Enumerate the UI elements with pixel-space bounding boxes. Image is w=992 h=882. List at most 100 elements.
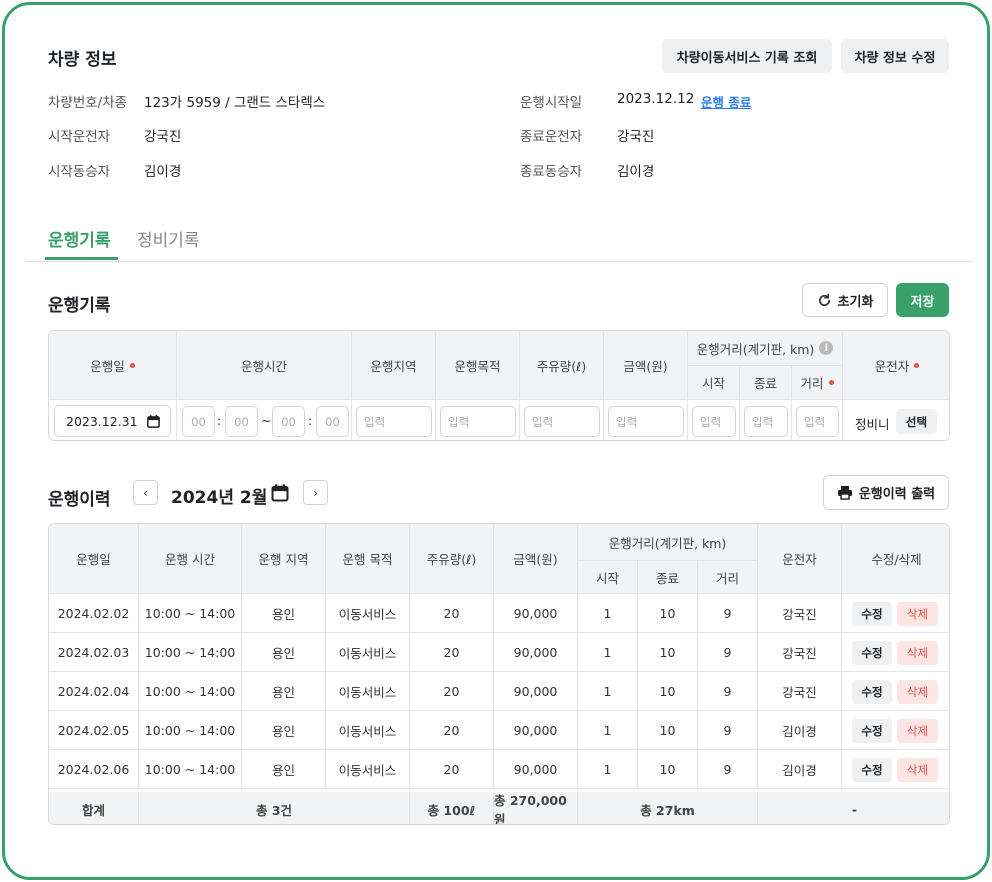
- row-date-cell: 2024.02.04: [49, 672, 139, 711]
- row-region-cell: 용인: [242, 750, 326, 789]
- start-date-label: 운행시작일: [520, 95, 583, 111]
- row-driver-cell: 강국진: [758, 594, 842, 633]
- log-title: 운행기록: [48, 296, 111, 316]
- row-region-cell: 용인: [242, 594, 326, 633]
- end-minute-input[interactable]: 00: [316, 406, 349, 437]
- row-fuel-cell: 20: [410, 711, 494, 750]
- delete-row-button[interactable]: 삭제: [897, 602, 938, 626]
- end-passenger-value: 김이경: [617, 164, 655, 180]
- delete-row-button[interactable]: 삭제: [897, 758, 938, 782]
- tab-drive-log[interactable]: 운행기록: [48, 226, 111, 251]
- delete-row-button[interactable]: 삭제: [897, 680, 938, 704]
- start-km-input[interactable]: 입력: [692, 406, 736, 437]
- row-date-cell: 2024.02.02: [49, 594, 139, 633]
- row-purpose-cell: 이동서비스: [326, 633, 410, 672]
- row-purpose-cell: 이동서비스: [326, 672, 410, 711]
- region-input[interactable]: 입력: [356, 406, 432, 437]
- total-rest: -: [758, 792, 949, 824]
- row-start-cell: 1: [578, 750, 638, 789]
- edit-vehicle-button[interactable]: 차량 정보 수정: [841, 39, 949, 73]
- month-calendar-icon[interactable]: [270, 483, 290, 503]
- history-title: 운행이력: [48, 490, 111, 510]
- end-hour-input[interactable]: 00: [272, 406, 305, 437]
- start-hour-input[interactable]: 00: [182, 406, 215, 437]
- reset-label: 초기화: [837, 294, 874, 310]
- edit-row-button[interactable]: 수정: [852, 641, 892, 665]
- row-amount-cell: 90,000: [494, 750, 578, 789]
- next-month-button[interactable]: ›: [303, 480, 328, 505]
- row-time-cell: 10:00 ~ 14:00: [139, 594, 242, 633]
- row-end-cell: 10: [638, 594, 698, 633]
- start-passenger-label: 시작동승자: [48, 164, 111, 180]
- fuel-input[interactable]: 입력: [524, 406, 600, 437]
- end-drive-link[interactable]: 운행 종료: [701, 92, 751, 111]
- start-minute-input[interactable]: 00: [225, 406, 258, 437]
- edit-row-button[interactable]: 수정: [852, 680, 892, 704]
- row-driver-cell: 강국진: [758, 672, 842, 711]
- edit-row-button[interactable]: 수정: [852, 602, 892, 626]
- row-dist-cell: 9: [698, 633, 758, 672]
- h-col-start: 시작: [578, 561, 638, 594]
- date-input[interactable]: 2023.12.31: [54, 405, 171, 437]
- purpose-input[interactable]: 입력: [440, 406, 516, 437]
- row-end-cell: 10: [638, 750, 698, 789]
- end-driver-value: 강국진: [617, 129, 655, 145]
- total-amount: 총 270,000원: [494, 792, 578, 824]
- row-purpose-cell: 이동서비스: [326, 594, 410, 633]
- col-purpose: 운행목적: [436, 331, 520, 400]
- total-fuel: 총 100ℓ: [410, 792, 494, 824]
- active-tab-indicator: [45, 257, 118, 260]
- save-button[interactable]: 저장: [896, 283, 949, 317]
- edit-row-button[interactable]: 수정: [852, 719, 892, 743]
- colon-2: :: [308, 414, 313, 428]
- delete-row-button[interactable]: 삭제: [897, 719, 938, 743]
- row-end-cell: 10: [638, 633, 698, 672]
- h-col-dist: 거리: [698, 561, 758, 594]
- row-amount-cell: 90,000: [494, 594, 578, 633]
- row-fuel-cell: 20: [410, 672, 494, 711]
- start-date-value: 2023.12.12: [617, 91, 695, 107]
- h-col-driver: 운전자: [758, 524, 842, 594]
- end-km-input[interactable]: 입력: [744, 406, 788, 437]
- h-col-purpose: 운행 목적: [326, 524, 410, 594]
- plate-value: 123가 5959 / 그랜드 스타렉스: [144, 95, 326, 111]
- col-end: 종료: [740, 366, 792, 400]
- info-icon[interactable]: i: [819, 341, 834, 355]
- row-dist-cell: 9: [698, 711, 758, 750]
- row-dist-cell: 9: [698, 594, 758, 633]
- dist-km-input[interactable]: 입력: [796, 406, 839, 437]
- col-driver: 운전자: [843, 331, 949, 400]
- col-distance: 운행거리(계기판, km) i: [688, 331, 843, 366]
- vehicle-title: 차량 정보: [48, 50, 117, 70]
- row-fuel-cell: 20: [410, 633, 494, 672]
- tilde: ~: [261, 414, 272, 428]
- colon-1: :: [217, 414, 222, 428]
- row-region-cell: 용인: [242, 711, 326, 750]
- row-time-cell: 10:00 ~ 14:00: [139, 672, 242, 711]
- current-month: 2024년 2월: [171, 488, 268, 508]
- col-date: 운행일: [49, 331, 177, 400]
- row-time-cell: 10:00 ~ 14:00: [139, 633, 242, 672]
- total-distance: 총 27km: [578, 792, 758, 824]
- calendar-icon[interactable]: [146, 414, 161, 429]
- driver-value: 정비니: [855, 417, 890, 432]
- col-start: 시작: [688, 366, 740, 400]
- tab-divider: [27, 261, 972, 262]
- row-start-cell: 1: [578, 672, 638, 711]
- delete-row-button[interactable]: 삭제: [897, 641, 938, 665]
- prev-month-button[interactable]: ‹: [133, 480, 158, 505]
- select-driver-button[interactable]: 선택: [896, 409, 937, 434]
- print-history-button[interactable]: 운행이력 출력: [823, 475, 949, 510]
- edit-row-button[interactable]: 수정: [852, 758, 892, 782]
- reset-button[interactable]: 초기화: [802, 283, 888, 317]
- tab-maintenance-log[interactable]: 정비기록: [137, 226, 200, 251]
- chevron-left-icon: ‹: [143, 485, 148, 500]
- row-time-cell: 10:00 ~ 14:00: [139, 711, 242, 750]
- end-passenger-label: 종료동승자: [520, 164, 583, 180]
- total-count: 총 3건: [139, 792, 410, 824]
- h-col-end: 종료: [638, 561, 698, 594]
- h-col-distance: 운행거리(계기판, km): [578, 524, 758, 561]
- col-amount: 금액(원): [604, 331, 688, 400]
- history-lookup-button[interactable]: 차량이동서비스 기록 조회: [662, 39, 832, 73]
- amount-input[interactable]: 입력: [608, 406, 684, 437]
